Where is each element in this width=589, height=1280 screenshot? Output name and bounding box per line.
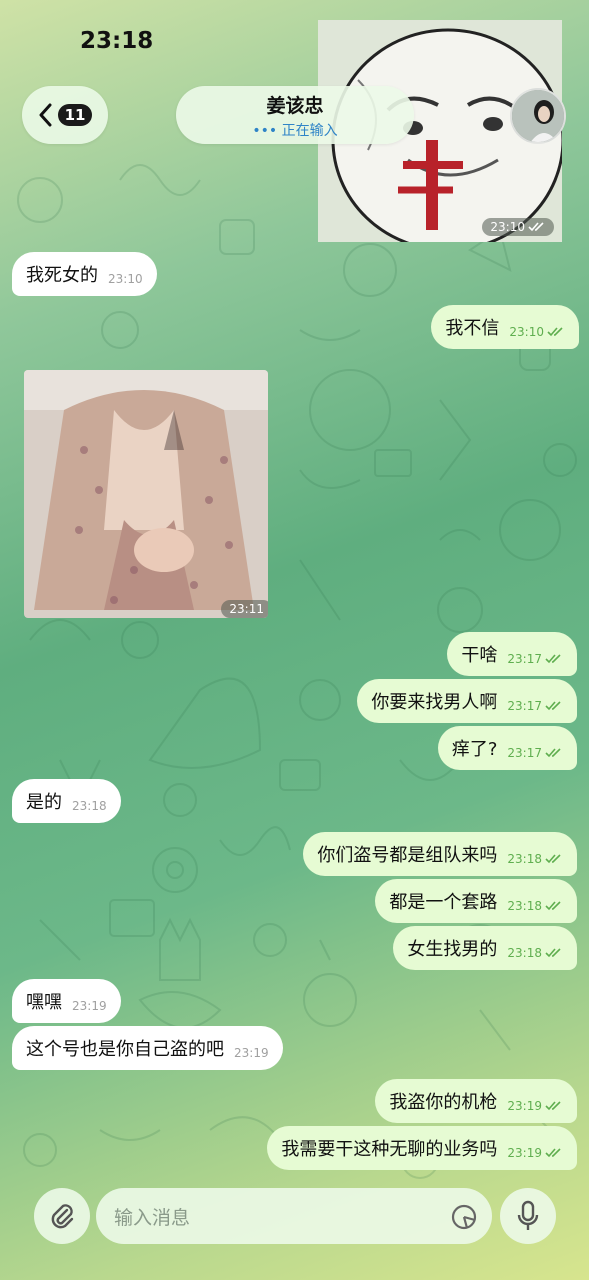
typing-status: ••• 正在输入 <box>252 120 337 140</box>
message-time: 23:19 <box>507 1146 542 1160</box>
message-time: 23:19 <box>72 999 107 1013</box>
message-time: 23:10 <box>108 272 143 286</box>
message-outgoing[interactable]: 你要来找男人啊 23:17 <box>357 679 577 723</box>
double-check-icon <box>545 701 561 711</box>
double-check-icon <box>545 948 561 958</box>
chat-header: 11 姜该忠 ••• 正在输入 <box>0 86 589 146</box>
voice-message-button[interactable] <box>500 1188 556 1244</box>
message-time: 23:19 <box>234 1046 269 1060</box>
sticker-time: 23:10 <box>482 218 554 236</box>
attach-button[interactable] <box>34 1188 90 1244</box>
message-text: 我不信 <box>445 318 500 339</box>
message-outgoing[interactable]: 干啥 23:17 <box>447 632 577 676</box>
back-button[interactable]: 11 <box>22 86 108 144</box>
avatar-image <box>512 90 564 142</box>
typing-status-text: 正在输入 <box>281 122 338 139</box>
chat-title[interactable]: 姜该忠 ••• 正在输入 <box>176 86 414 144</box>
double-check-icon <box>545 748 561 758</box>
message-incoming[interactable]: 是的 23:18 <box>12 779 121 823</box>
message-incoming[interactable]: 嘿嘿 23:19 <box>12 979 121 1023</box>
message-text: 是的 <box>26 792 62 813</box>
double-check-icon <box>545 1101 561 1111</box>
message-outgoing[interactable]: 我不信 23:10 <box>431 305 579 349</box>
message-outgoing[interactable]: 我需要干这种无聊的业务吗 23:19 <box>267 1126 577 1170</box>
double-check-icon <box>528 222 544 232</box>
message-text: 你要来找男人啊 <box>371 692 498 713</box>
message-time: 23:18 <box>507 899 542 913</box>
message-time: 23:19 <box>507 1099 542 1113</box>
message-input[interactable]: 输入消息 <box>96 1188 492 1244</box>
unread-count-badge: 11 <box>57 104 93 126</box>
photo-time: 23:11 <box>221 600 268 618</box>
message-time: 23:18 <box>507 946 542 960</box>
microphone-icon <box>517 1200 539 1230</box>
message-outgoing[interactable]: 你们盗号都是组队来吗 23:18 <box>303 832 577 876</box>
message-text: 你们盗号都是组队来吗 <box>317 845 498 866</box>
message-outgoing[interactable]: 女生找男的 23:18 <box>393 926 577 970</box>
message-time: 23:17 <box>507 699 542 713</box>
message-outgoing[interactable]: 都是一个套路 23:18 <box>375 879 577 923</box>
message-text: 嘿嘿 <box>26 992 62 1013</box>
message-time: 23:17 <box>507 746 542 760</box>
double-check-icon <box>547 327 563 337</box>
double-check-icon <box>545 654 561 664</box>
message-text: 我盗你的机枪 <box>389 1092 498 1113</box>
message-outgoing[interactable]: 我盗你的机枪 23:19 <box>375 1079 577 1123</box>
photo-time-text: 23:11 <box>229 602 264 616</box>
message-text: 我需要干这种无聊的业务吗 <box>281 1139 498 1160</box>
paperclip-icon <box>51 1204 74 1229</box>
message-incoming[interactable]: 我死女的 23:10 <box>12 252 157 296</box>
contact-name: 姜该忠 <box>266 94 324 117</box>
back-chevron-icon <box>39 103 52 127</box>
message-incoming[interactable]: 这个号也是你自己盗的吧 23:19 <box>12 1026 283 1070</box>
message-composer: 输入消息 <box>0 1188 589 1246</box>
message-text: 干啥 <box>461 645 498 666</box>
message-text: 痒了? <box>451 739 498 760</box>
message-time: 23:18 <box>72 799 107 813</box>
message-text: 这个号也是你自己盗的吧 <box>26 1039 224 1060</box>
status-time: 23:18 <box>80 28 154 54</box>
sticker-time-text: 23:10 <box>490 220 525 234</box>
message-time: 23:10 <box>509 325 544 339</box>
double-check-icon <box>545 901 561 911</box>
double-check-icon <box>545 854 561 864</box>
message-text: 女生找男的 <box>407 939 498 960</box>
message-text: 都是一个套路 <box>389 892 498 913</box>
typing-dots-icon: ••• <box>252 122 278 139</box>
message-time: 23:18 <box>507 852 542 866</box>
message-outgoing[interactable]: 痒了? 23:17 <box>437 726 577 770</box>
double-check-icon <box>545 1148 561 1158</box>
message-time: 23:17 <box>507 652 542 666</box>
photo-image <box>24 370 268 618</box>
photo-message[interactable]: 23:11 <box>24 370 268 618</box>
contact-avatar[interactable] <box>510 88 566 144</box>
message-input-placeholder: 输入消息 <box>114 1206 191 1229</box>
sticker-icon[interactable] <box>450 1203 478 1231</box>
message-text: 我死女的 <box>26 265 98 286</box>
